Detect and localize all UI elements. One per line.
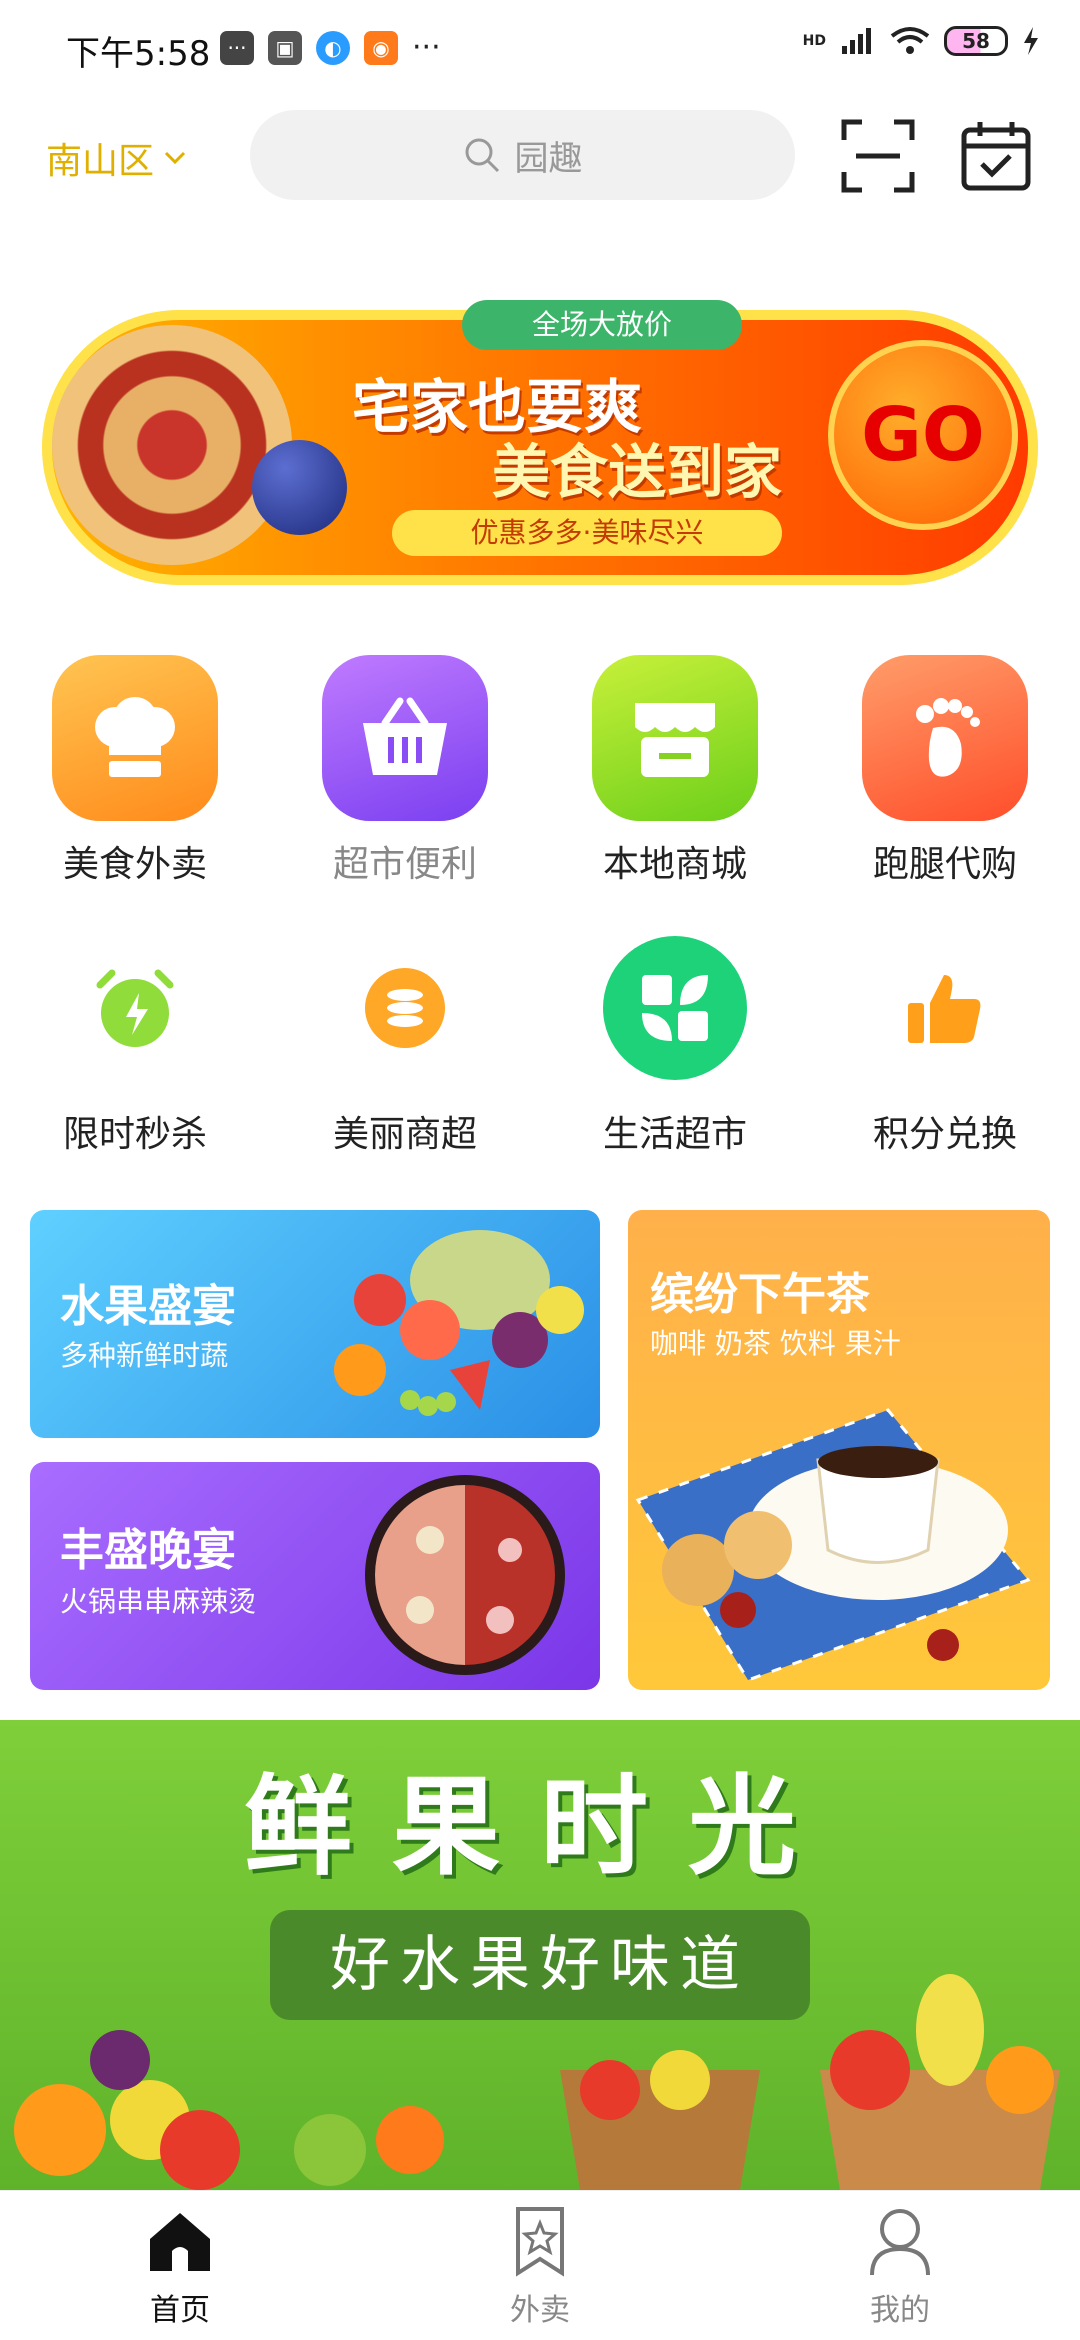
coins-icon [322, 925, 488, 1091]
signal-icon [842, 28, 871, 54]
card-title: 水果盛宴 [60, 1281, 236, 1332]
leaf-grid-icon [592, 925, 758, 1091]
search-placeholder: 园趣 [514, 138, 583, 179]
card-subtitle: 多种新鲜时蔬 [60, 1339, 229, 1372]
category-life-supermarket[interactable]: 生活超市 [565, 925, 785, 1157]
category-beauty-market[interactable]: 美丽商超 [295, 925, 515, 1157]
wifi-icon [890, 27, 930, 54]
header: 南山区 园趣 [0, 110, 1080, 210]
nav-home[interactable]: 首页 [80, 2205, 280, 2329]
chevron-down-icon [164, 151, 186, 165]
fruit-banner-title: 鲜果时光 [243, 1765, 836, 1890]
pizza-image [52, 325, 292, 565]
card-title: 丰盛晚宴 [60, 1525, 236, 1576]
category-label: 积分兑换 [872, 1114, 1017, 1155]
location-label: 南山区 [46, 141, 155, 182]
status-bar: 下午5:58 ··· ▣ ◐ ◉ ··· HD 58 [0, 0, 1080, 100]
charging-icon [1024, 27, 1038, 55]
bottom-nav: 首页 外卖 我的 [0, 2190, 1080, 2340]
thumbs-up-icon [862, 925, 1028, 1091]
fruit-pile-image [14, 1974, 1060, 2190]
status-right: HD 58 [803, 26, 1040, 56]
battery-icon: 58 [944, 26, 1008, 56]
location-selector[interactable]: 南山区 [46, 132, 186, 184]
network-type: HD [802, 33, 826, 49]
calendar-check-icon[interactable] [958, 118, 1034, 194]
category-errand[interactable]: 跑腿代购 [835, 655, 1055, 887]
category-label: 美食外卖 [62, 844, 207, 885]
alarm-clock-icon [52, 925, 218, 1091]
card-subtitle: 咖啡 奶茶 饮料 果汁 [650, 1327, 901, 1360]
category-food-delivery[interactable]: 美食外卖 [25, 655, 245, 887]
notification-icons: ··· ▣ ◐ ◉ ··· [220, 30, 441, 65]
fruit-basket-image [334, 1230, 584, 1416]
promo-headline-2: 美食送到家 [492, 438, 783, 506]
category-points-exchange[interactable]: 积分兑换 [835, 925, 1055, 1157]
promo-go-button[interactable]: GO [828, 340, 1018, 530]
fruit-feast-card[interactable]: 水果盛宴 多种新鲜时蔬 [30, 1210, 600, 1438]
category-flash-sale[interactable]: 限时秒杀 [25, 925, 245, 1157]
coffee-image [635, 1408, 1031, 1682]
fresh-fruit-banner[interactable]: 鲜果时光 好水果好味道 [0, 1720, 1080, 2190]
nav-takeout[interactable]: 外卖 [440, 2205, 640, 2329]
nav-profile[interactable]: 我的 [800, 2205, 1000, 2329]
basket-icon [322, 655, 488, 821]
nav-label: 首页 [150, 2293, 210, 2328]
promo-pill: 全场大放价 [462, 300, 742, 350]
user-icon [870, 2209, 930, 2276]
category-local-mall[interactable]: 本地商城 [565, 655, 785, 887]
category-label: 跑腿代购 [872, 844, 1017, 885]
nav-label: 我的 [870, 2293, 930, 2328]
category-label: 美丽商超 [332, 1114, 477, 1155]
message-icon: ··· [220, 30, 254, 65]
search-icon [465, 138, 499, 173]
category-label: 生活超市 [602, 1114, 747, 1155]
search-bar[interactable]: 园趣 [250, 110, 795, 200]
mi-app-icon: ▣ [268, 30, 302, 65]
status-time: 下午5:58 [66, 34, 211, 74]
hotpot-image [365, 1475, 565, 1675]
nav-label: 外卖 [510, 2293, 570, 2328]
card-title: 缤纷下午茶 [650, 1269, 870, 1320]
dinner-feast-card[interactable]: 丰盛晚宴 火锅串串麻辣烫 [30, 1462, 600, 1690]
chef-hat-icon [52, 655, 218, 821]
blueberries-image [252, 440, 347, 535]
more-notifications-icon: ··· [412, 30, 441, 65]
category-label: 限时秒杀 [62, 1114, 207, 1155]
category-label: 本地商城 [602, 844, 747, 885]
browser-icon: ◐ [316, 30, 350, 65]
bookmark-star-icon [516, 2207, 564, 2277]
promo-banner[interactable]: 全场大放价 宅家也要爽 美食送到家 优惠多多·美味尽兴 GO [42, 300, 1038, 590]
category-label: 超市便利 [332, 844, 477, 885]
category-supermarket[interactable]: 超市便利 [295, 655, 515, 887]
scan-icon[interactable] [840, 118, 916, 194]
promo-subtitle: 优惠多多·美味尽兴 [392, 510, 782, 556]
home-icon [150, 2213, 210, 2271]
afternoon-tea-card[interactable]: 缤纷下午茶 咖啡 奶茶 饮料 果汁 [628, 1210, 1050, 1690]
card-subtitle: 火锅串串麻辣烫 [60, 1585, 257, 1618]
app-notification-icon: ◉ [364, 30, 398, 65]
footprint-icon [862, 655, 1028, 821]
store-icon [592, 655, 758, 821]
